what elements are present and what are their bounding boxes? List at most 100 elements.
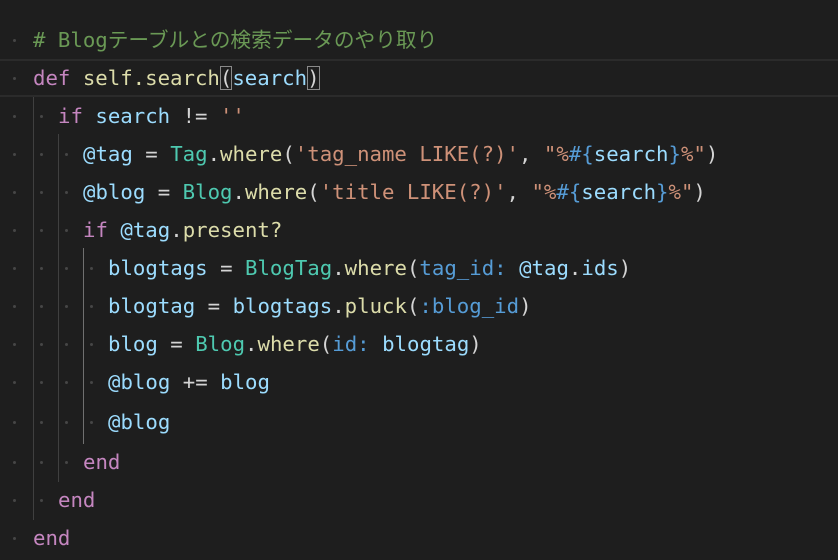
whitespace-dot xyxy=(13,381,16,384)
interp-close: } xyxy=(668,142,681,166)
dot: . xyxy=(245,332,258,356)
keyword-end: end xyxy=(83,450,121,474)
paren: ( xyxy=(406,294,420,318)
code-line-6-content: if @tag.present? xyxy=(83,211,282,249)
assign-op: = xyxy=(132,142,171,166)
var-blog: blog xyxy=(108,332,158,356)
whitespace-dot xyxy=(90,305,93,308)
comma: , xyxy=(506,180,532,204)
whitespace-dot xyxy=(13,191,16,194)
comma: , xyxy=(519,142,544,166)
code-line-9-content: blog = Blog.where(id: blogtag) xyxy=(108,325,482,363)
whitespace-dot xyxy=(65,461,68,464)
method-where: where xyxy=(244,180,308,204)
param-search: search xyxy=(232,66,308,90)
whitespace-dot xyxy=(40,381,43,384)
keyword-end: end xyxy=(58,488,96,512)
code-line-12[interactable]: end xyxy=(0,443,838,481)
code-editor[interactable]: # Blogテーブルとの検索データのやり取り def self.search(s… xyxy=(0,0,838,560)
code-line-3[interactable]: if search != '' xyxy=(0,97,838,135)
code-line-4[interactable]: @tag = Tag.where('tag_name LIKE(?)', "%#… xyxy=(0,135,838,173)
whitespace-dot xyxy=(65,267,68,270)
dot: . xyxy=(332,256,345,280)
code-line-7-content: blogtags = BlogTag.where(tag_id: @tag.id… xyxy=(108,249,631,287)
code-line-2-current[interactable]: def self.search(search) xyxy=(0,59,838,97)
string-start: "% xyxy=(531,180,557,204)
whitespace-dot xyxy=(13,499,16,502)
symbol-key: tag_id: xyxy=(419,256,507,280)
code-line-11[interactable]: @blog xyxy=(0,403,838,441)
method-present: present? xyxy=(182,218,283,242)
assign-op: = xyxy=(157,332,196,356)
whitespace-dot xyxy=(65,305,68,308)
whitespace-dot xyxy=(40,343,43,346)
interp-open: #{ xyxy=(568,142,594,166)
method-ids: ids xyxy=(581,256,619,280)
whitespace-dot xyxy=(65,229,68,232)
keyword-if: if xyxy=(83,218,108,242)
assign-op: = xyxy=(195,294,233,318)
paren: ( xyxy=(282,142,295,166)
code-line-8[interactable]: blogtag = blogtags.pluck(:blog_id) xyxy=(0,287,838,325)
string-end: %" xyxy=(668,180,694,204)
dot: . xyxy=(207,142,221,166)
paren: ( xyxy=(406,256,420,280)
code-line-6[interactable]: if @tag.present? xyxy=(0,211,838,249)
whitespace-dot xyxy=(40,115,43,118)
var-blogtag: blogtag xyxy=(108,294,196,318)
whitespace-dot xyxy=(90,343,93,346)
paren: ) xyxy=(618,256,632,280)
operator: != xyxy=(170,104,220,128)
class-blogtag: BlogTag xyxy=(245,256,333,280)
open-paren-matched: ( xyxy=(219,66,233,90)
ivar-tag: @tag xyxy=(519,256,569,280)
whitespace-dot xyxy=(65,343,68,346)
string-query: 'title LIKE(?)' xyxy=(319,180,507,204)
comment: # Blogテーブルとの検索データのやり取り xyxy=(33,28,438,52)
string-empty: '' xyxy=(219,104,245,128)
code-line-7[interactable]: blogtags = BlogTag.where(tag_id: @tag.id… xyxy=(0,249,838,287)
whitespace-dot xyxy=(40,153,43,156)
code-line-8-content: blogtag = blogtags.pluck(:blog_id) xyxy=(108,287,532,325)
class-blog: Blog xyxy=(195,332,246,356)
whitespace-dot xyxy=(13,77,16,80)
whitespace-dot xyxy=(13,343,16,346)
whitespace-dot xyxy=(40,267,43,270)
code-line-1[interactable]: # Blogテーブルとの検索データのやり取り xyxy=(0,21,838,59)
code-line-5[interactable]: @blog = Blog.where('title LIKE(?)', "%#{… xyxy=(0,173,838,211)
var-search: search xyxy=(95,104,171,128)
method-name: self.search xyxy=(82,66,220,90)
code-line-10-content: @blog += blog xyxy=(108,363,270,401)
code-line-10[interactable]: @blog += blog xyxy=(0,363,838,401)
close-paren-matched: ) xyxy=(307,66,320,90)
keyword-def: def xyxy=(33,66,71,90)
var-blogtag: blogtag xyxy=(382,332,470,356)
whitespace-dot xyxy=(13,39,16,42)
string-query: 'tag_name LIKE(?)' xyxy=(294,142,519,166)
code-line-9[interactable]: blog = Blog.where(id: blogtag) xyxy=(0,325,838,363)
keyword-end: end xyxy=(33,526,71,550)
dot: . xyxy=(232,180,245,204)
code-line-13[interactable]: end xyxy=(0,481,838,519)
method-where: where xyxy=(344,256,407,280)
code-line-14[interactable]: end xyxy=(0,519,838,557)
whitespace-dot xyxy=(40,229,43,232)
plus-assign-op: += xyxy=(170,370,221,394)
dot: . xyxy=(332,294,345,318)
paren: ) xyxy=(693,180,706,204)
whitespace-dot xyxy=(13,305,16,308)
ivar-blog: @blog xyxy=(108,410,171,434)
method-where: where xyxy=(220,142,283,166)
whitespace-dot xyxy=(65,381,68,384)
symbol-key: id: xyxy=(332,332,370,356)
ivar-tag: @tag xyxy=(83,142,133,166)
dot: . xyxy=(170,218,183,242)
whitespace-dot xyxy=(13,153,16,156)
paren: ) xyxy=(519,294,532,318)
whitespace-dot xyxy=(40,421,43,424)
paren: ) xyxy=(469,332,482,356)
whitespace-dot xyxy=(13,115,16,118)
whitespace-dot xyxy=(40,499,43,502)
